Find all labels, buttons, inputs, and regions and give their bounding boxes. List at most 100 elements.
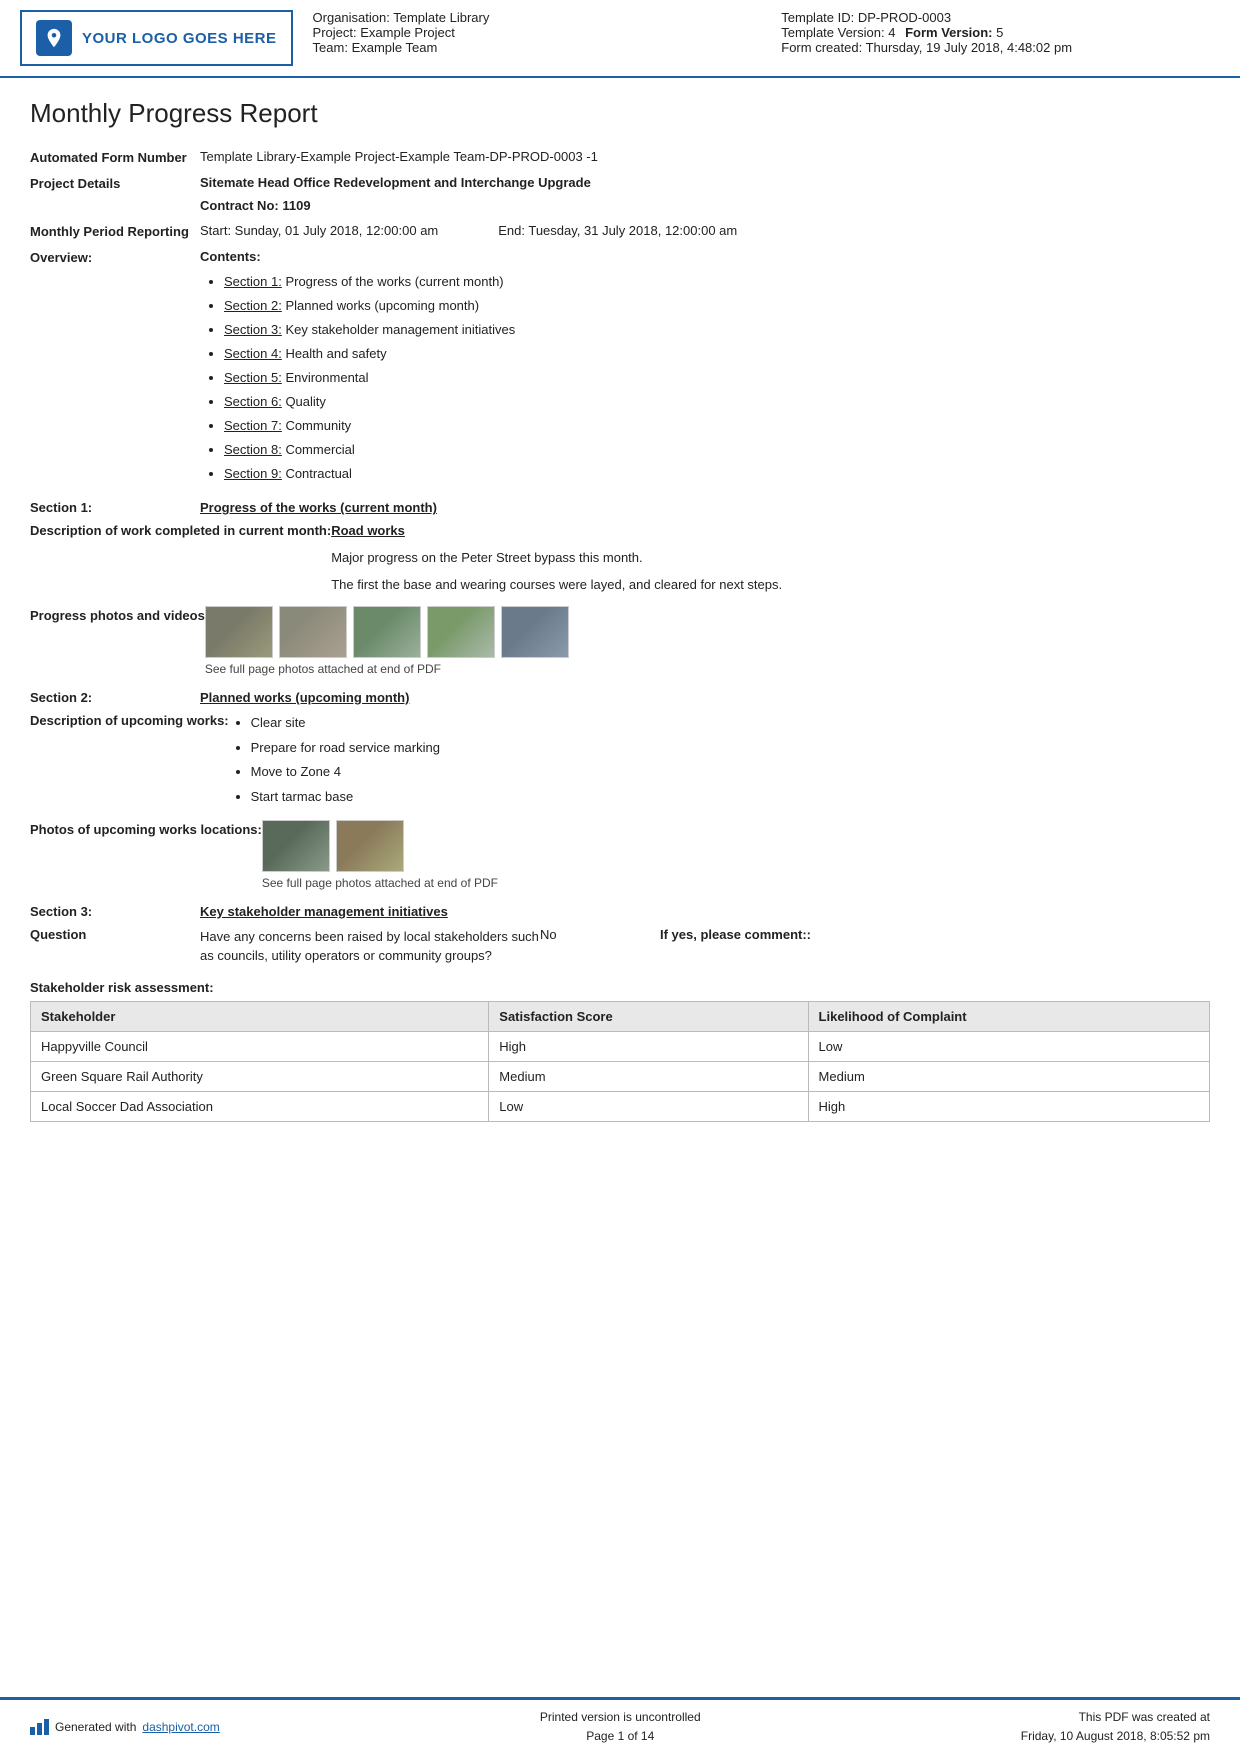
- team-row: Team: Example Team: [313, 40, 742, 55]
- header: YOUR LOGO GOES HERE Organisation: Templa…: [0, 0, 1240, 78]
- upcoming-list-item: Start tarmac base: [251, 785, 1210, 810]
- team-value: Example Team: [352, 40, 438, 55]
- project-value: Example Project: [360, 25, 455, 40]
- section1-label: Section 1:: [30, 500, 200, 515]
- footer-center: Printed version is uncontrolled Page 1 o…: [540, 1708, 701, 1746]
- form-created-label: Form created:: [781, 40, 862, 55]
- section3-header: Section 3: Key stakeholder management in…: [30, 904, 1210, 919]
- contents-link[interactable]: Section 8:: [224, 442, 282, 457]
- bar1: [30, 1727, 35, 1735]
- contents-list-item: Section 5: Environmental: [224, 366, 1210, 390]
- desc-work-subheading: Road works: [331, 521, 1210, 542]
- desc-work-line1: Major progress on the Peter Street bypas…: [331, 548, 1210, 569]
- contents-link[interactable]: Section 5:: [224, 370, 282, 385]
- table-cell: Local Soccer Dad Association: [31, 1091, 489, 1121]
- upcoming-photos-content: See full page photos attached at end of …: [262, 820, 1210, 890]
- footer-generated-text: Generated with: [55, 1720, 136, 1734]
- form-number-value: Template Library-Example Project-Example…: [200, 149, 1210, 164]
- stakeholder-table: StakeholderSatisfaction ScoreLikelihood …: [30, 1001, 1210, 1122]
- contents-list-item: Section 7: Community: [224, 414, 1210, 438]
- contents-link[interactable]: Section 1:: [224, 274, 282, 289]
- upcoming-list: Clear sitePrepare for road service marki…: [229, 711, 1210, 810]
- upcoming-photos-caption: See full page photos attached at end of …: [262, 876, 1210, 890]
- contents-item-text: Community: [282, 418, 351, 433]
- project-details-label: Project Details: [30, 175, 200, 191]
- table-row: Local Soccer Dad AssociationLowHigh: [31, 1091, 1210, 1121]
- table-head: StakeholderSatisfaction ScoreLikelihood …: [31, 1001, 1210, 1031]
- template-version-label: Template Version:: [781, 25, 884, 40]
- desc-work-label: Description of work completed in current…: [30, 521, 331, 541]
- form-version-value: 5: [996, 25, 1003, 40]
- contents-link[interactable]: Section 7:: [224, 418, 282, 433]
- period-label: Monthly Period Reporting: [30, 223, 200, 239]
- overview-row: Overview: Contents: Section 1: Progress …: [30, 249, 1210, 486]
- contents-item-text: Progress of the works (current month): [282, 274, 504, 289]
- contents-item-text: Health and safety: [282, 346, 387, 361]
- table-header-cell: Likelihood of Complaint: [808, 1001, 1209, 1031]
- photo-thumb-4: [427, 606, 495, 658]
- org-label: Organisation:: [313, 10, 390, 25]
- table-cell: Low: [489, 1091, 808, 1121]
- upcoming-photo-thumb-2: [336, 820, 404, 872]
- photos-content: See full page photos attached at end of …: [205, 606, 1210, 676]
- contents-item-text: Environmental: [282, 370, 369, 385]
- footer-left: Generated with dashpivot.com: [30, 1719, 220, 1735]
- table-header-cell: Satisfaction Score: [489, 1001, 808, 1031]
- section2-title: Planned works (upcoming month): [200, 690, 409, 705]
- period-end: End: Tuesday, 31 July 2018, 12:00:00 am: [498, 223, 737, 238]
- template-id-value: DP-PROD-0003: [858, 10, 951, 25]
- table-header-row: StakeholderSatisfaction ScoreLikelihood …: [31, 1001, 1210, 1031]
- overview-label: Overview:: [30, 249, 200, 265]
- section1-header: Section 1: Progress of the works (curren…: [30, 500, 1210, 515]
- contents-link[interactable]: Section 4:: [224, 346, 282, 361]
- contents-list-item: Section 4: Health and safety: [224, 342, 1210, 366]
- question-comment: If yes, please comment::: [660, 927, 811, 942]
- photo-thumb-5: [501, 606, 569, 658]
- section3-title: Key stakeholder management initiatives: [200, 904, 448, 919]
- org-row: Organisation: Template Library: [313, 10, 742, 25]
- stakeholder-heading: Stakeholder risk assessment:: [30, 980, 1210, 995]
- logo-area: YOUR LOGO GOES HERE: [20, 10, 293, 66]
- form-created-row: Form created: Thursday, 19 July 2018, 4:…: [781, 40, 1210, 55]
- table-cell: Green Square Rail Authority: [31, 1061, 489, 1091]
- contents-list-item: Section 3: Key stakeholder management in…: [224, 318, 1210, 342]
- upcoming-value: Clear sitePrepare for road service marki…: [229, 711, 1210, 810]
- question-content: Have any concerns been raised by local s…: [200, 927, 1210, 966]
- period-value: Start: Sunday, 01 July 2018, 12:00:00 am…: [200, 223, 1210, 238]
- team-label: Team:: [313, 40, 348, 55]
- contents-item-text: Key stakeholder management initiatives: [282, 322, 515, 337]
- period-start: Start: Sunday, 01 July 2018, 12:00:00 am: [200, 223, 438, 238]
- question-text: Have any concerns been raised by local s…: [200, 927, 540, 966]
- contents-heading: Contents:: [200, 249, 1210, 264]
- question-answer: No: [540, 927, 660, 942]
- contents-link[interactable]: Section 2:: [224, 298, 282, 313]
- project-details-value: Sitemate Head Office Redevelopment and I…: [200, 175, 1210, 213]
- header-meta: Organisation: Template Library Project: …: [313, 10, 1210, 66]
- report-title: Monthly Progress Report: [30, 98, 1210, 133]
- contents-list-item: Section 8: Commercial: [224, 438, 1210, 462]
- table-cell: Low: [808, 1031, 1209, 1061]
- upcoming-photo-thumbs: [262, 820, 1210, 872]
- footer-center-line2: Page 1 of 14: [540, 1727, 701, 1746]
- footer-link[interactable]: dashpivot.com: [142, 1720, 219, 1734]
- upcoming-list-item: Clear site: [251, 711, 1210, 736]
- contents-item-text: Planned works (upcoming month): [282, 298, 479, 313]
- template-id-label: Template ID:: [781, 10, 854, 25]
- table-cell: Medium: [808, 1061, 1209, 1091]
- contents-area: Contents: Section 1: Progress of the wor…: [200, 249, 1210, 486]
- footer-right-line2: Friday, 10 August 2018, 8:05:52 pm: [1021, 1727, 1210, 1746]
- template-version-row: Template Version: 4 Form Version: 5: [781, 25, 1210, 40]
- contents-link[interactable]: Section 3:: [224, 322, 282, 337]
- dashpivot-icon: [30, 1719, 49, 1735]
- bar2: [37, 1723, 42, 1735]
- org-value: Template Library: [393, 10, 489, 25]
- photos-label: Progress photos and videos: [30, 606, 205, 626]
- table-body: Happyville CouncilHighLowGreen Square Ra…: [31, 1031, 1210, 1121]
- footer: Generated with dashpivot.com Printed ver…: [0, 1697, 1240, 1754]
- section2-label: Section 2:: [30, 690, 200, 705]
- contents-link[interactable]: Section 6:: [224, 394, 282, 409]
- desc-work-line2: The first the base and wearing courses w…: [331, 575, 1210, 596]
- contents-link[interactable]: Section 9:: [224, 466, 282, 481]
- bar3: [44, 1719, 49, 1735]
- form-number-label: Automated Form Number: [30, 149, 200, 165]
